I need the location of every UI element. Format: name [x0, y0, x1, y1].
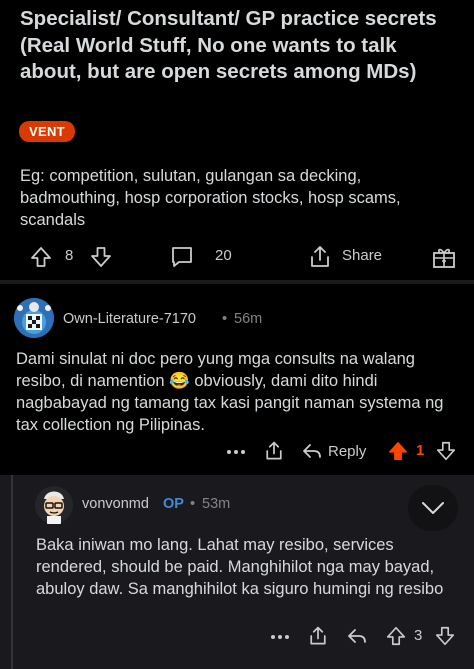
- flair-badge[interactable]: VENT: [19, 121, 75, 142]
- reply-arrow-icon: [348, 629, 366, 643]
- upvote-icon: [389, 442, 407, 460]
- op-badge: OP: [163, 496, 184, 512]
- more-dots-icon: [271, 635, 289, 639]
- comment-body: Dami sinulat ni doc pero yung mga consul…: [16, 348, 464, 436]
- comment-username[interactable]: vonvonmd: [82, 494, 149, 514]
- reply-arrow-icon: [303, 444, 321, 458]
- separator-dot: •: [222, 311, 228, 327]
- upvote-button[interactable]: [28, 244, 54, 270]
- comment-bubble-icon: [172, 247, 192, 267]
- collapse-button[interactable]: [408, 485, 458, 531]
- comment-username[interactable]: Own-Literature-7170: [63, 309, 196, 329]
- downvote-button[interactable]: [88, 244, 114, 270]
- comments-button[interactable]: [168, 243, 196, 271]
- award-icon: [433, 248, 455, 268]
- share-button[interactable]: [306, 243, 334, 271]
- downvote-icon: [435, 626, 455, 646]
- upvote-button[interactable]: [384, 624, 408, 648]
- comment-count: 20: [215, 247, 232, 264]
- reply-label: Reply: [328, 442, 367, 460]
- share-icon: [310, 626, 326, 645]
- upvote-icon: [31, 247, 51, 267]
- separator-dot: •: [190, 496, 196, 512]
- comment-timestamp: 53m: [202, 496, 231, 512]
- share-icon: [266, 441, 282, 460]
- avatar[interactable]: [14, 298, 54, 338]
- downvote-icon: [436, 441, 456, 461]
- post: Specialist/ Consultant/ GP practice secr…: [0, 0, 474, 280]
- comment-score: 1: [416, 442, 425, 459]
- share-icon: [311, 246, 329, 267]
- upvote-icon: [386, 626, 406, 646]
- post-body: Eg: competition, sulutan, gulangan sa de…: [20, 167, 401, 229]
- reply-button[interactable]: Reply: [302, 439, 370, 463]
- thread-line[interactable]: [11, 475, 13, 669]
- comment-score: 3: [414, 627, 423, 644]
- more-options-button[interactable]: [266, 625, 294, 649]
- reply-button[interactable]: [345, 624, 369, 648]
- downvote-button[interactable]: [433, 624, 457, 648]
- more-dots-icon: [227, 450, 245, 454]
- downvote-button[interactable]: [434, 439, 458, 463]
- more-options-button[interactable]: [222, 440, 250, 464]
- post-score: 8: [65, 247, 74, 264]
- share-label[interactable]: Share: [342, 240, 382, 272]
- laughing-emoji: 😂: [169, 372, 190, 390]
- share-button[interactable]: [306, 624, 330, 648]
- post-action-bar: 8 20 Share: [0, 240, 474, 274]
- share-button[interactable]: [262, 439, 286, 463]
- downvote-icon: [91, 247, 111, 267]
- award-button[interactable]: [430, 243, 458, 271]
- post-title[interactable]: Specialist/ Consultant/ GP practice secr…: [20, 6, 460, 86]
- avatar[interactable]: [34, 485, 74, 525]
- comment-body: Baka iniwan mo lang. Lahat may resibo, s…: [36, 536, 444, 598]
- comment-timestamp: 56m: [234, 311, 263, 327]
- reply-comment: vonvonmd OP • 53m Baka iniwan mo lang. L…: [0, 475, 474, 669]
- comment: Own-Literature-7170 • 56m Dami sinulat n…: [0, 284, 474, 475]
- chevron-down-icon: [422, 502, 444, 514]
- upvote-button[interactable]: [386, 439, 410, 463]
